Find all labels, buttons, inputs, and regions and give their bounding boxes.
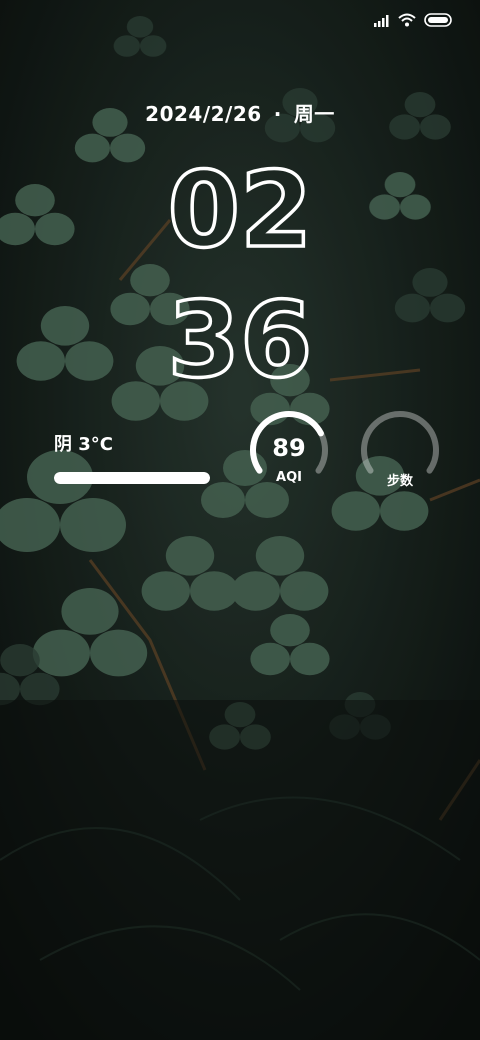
clock-minute-text: 36 bbox=[170, 280, 310, 390]
battery-icon bbox=[424, 12, 454, 31]
status-bar bbox=[0, 0, 480, 40]
date-separator: · bbox=[273, 102, 282, 126]
steps-gauge-track bbox=[361, 411, 439, 474]
signal-icon bbox=[374, 12, 390, 31]
aqi-label: AQI bbox=[276, 470, 302, 485]
weekday-text: 周一 bbox=[293, 102, 335, 126]
status-icons bbox=[374, 12, 454, 30]
wifi-icon bbox=[398, 12, 416, 31]
clock-hour-text: 02 bbox=[170, 150, 310, 260]
weather-bar-fill bbox=[54, 472, 210, 484]
weather-text[interactable]: 阴 3°C bbox=[54, 430, 113, 456]
lockscreen-date: 2024/2/26 · 周一 bbox=[0, 98, 480, 127]
aqi-widget[interactable]: 89 AQI bbox=[247, 408, 331, 492]
clock-minute: 36 bbox=[170, 280, 310, 390]
steps-widget[interactable]: 步数 bbox=[358, 408, 442, 492]
clock-hour: 02 bbox=[170, 150, 310, 260]
steps-label: 步数 bbox=[386, 474, 413, 489]
aqi-value: 89 bbox=[272, 434, 306, 462]
weather-temperature-bar bbox=[54, 472, 210, 484]
date-text: 2024/2/26 bbox=[145, 102, 262, 126]
